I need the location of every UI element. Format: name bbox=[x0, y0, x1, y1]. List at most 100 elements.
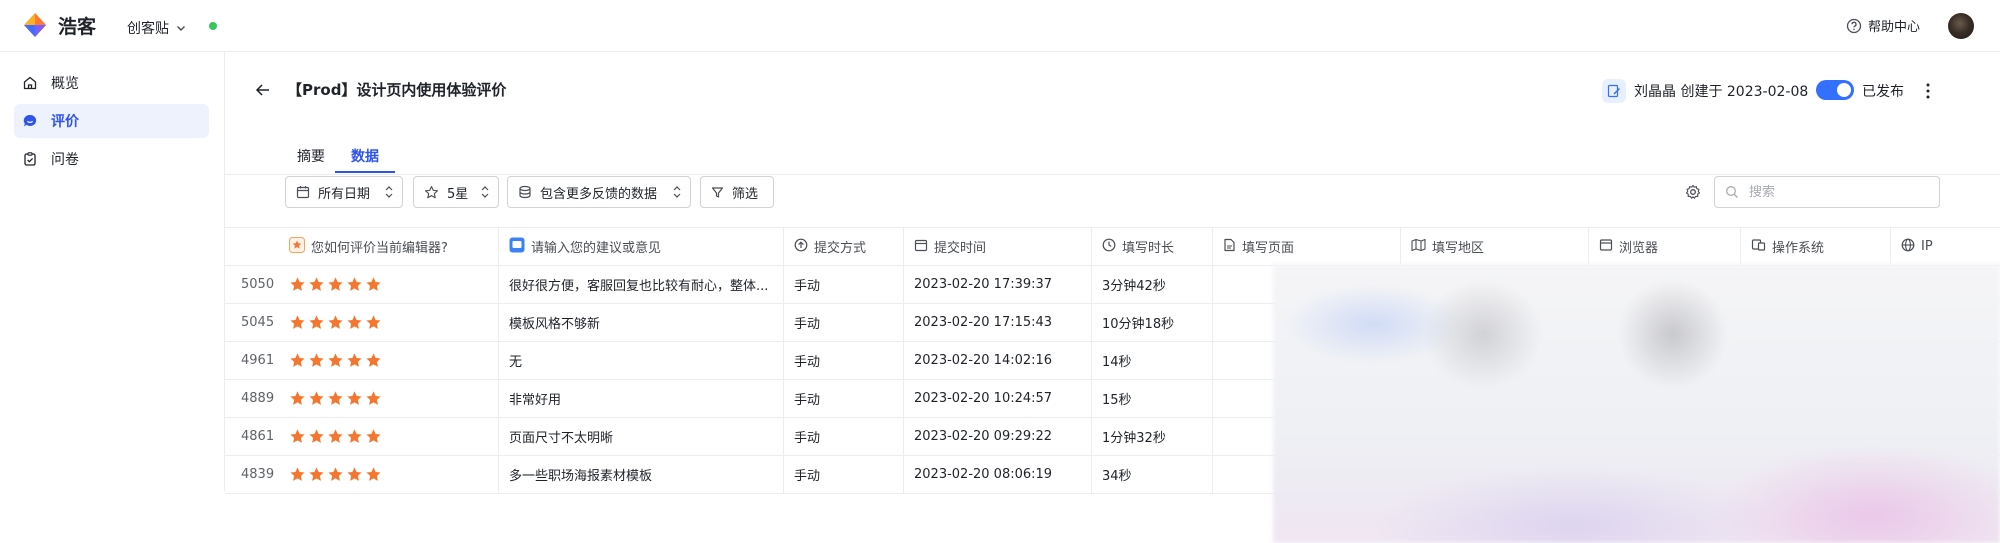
funnel-icon bbox=[711, 186, 724, 199]
creator-text: 刘晶晶 创建于 2023-02-08 bbox=[1634, 84, 1809, 100]
column-header-ip[interactable]: IP bbox=[1891, 228, 2000, 265]
star-icon bbox=[290, 390, 305, 405]
date-filter-label: 所有日期 bbox=[318, 186, 371, 202]
star-icon bbox=[328, 352, 343, 367]
help-icon bbox=[1846, 18, 1862, 33]
tab-bar: 摘要 数据 bbox=[225, 136, 2000, 175]
page-title: 【Prod】设计页内使用体验评价 bbox=[287, 81, 507, 99]
rating-stars bbox=[279, 303, 499, 341]
star-rating bbox=[289, 390, 382, 407]
time-cell: 2023-02-20 17:39:37 bbox=[904, 265, 1092, 303]
avatar[interactable] bbox=[1948, 13, 1974, 39]
publish-toggle[interactable] bbox=[1816, 80, 1854, 100]
duration-cell: 14秒 bbox=[1092, 341, 1213, 379]
star-icon bbox=[309, 314, 324, 329]
help-center-link[interactable]: 帮助中心 bbox=[1846, 16, 1920, 35]
time-cell: 2023-02-20 10:24:57 bbox=[904, 379, 1092, 417]
star-icon bbox=[328, 466, 343, 481]
comment-icon bbox=[509, 237, 525, 257]
tab-summary[interactable]: 摘要 bbox=[290, 136, 332, 173]
time-cell: 2023-02-20 08:06:19 bbox=[904, 455, 1092, 493]
rating-stars bbox=[279, 265, 499, 303]
column-header-method[interactable]: 提交方式 bbox=[784, 228, 904, 265]
column-header-label: 提交方式 bbox=[814, 241, 867, 256]
brand-name: 浩客 bbox=[58, 16, 97, 38]
method-cell: 手动 bbox=[784, 265, 904, 303]
star-icon bbox=[366, 352, 381, 367]
star-icon bbox=[366, 466, 381, 481]
star-icon bbox=[309, 390, 324, 405]
row-id: 5045 bbox=[241, 314, 275, 330]
back-arrow-icon[interactable] bbox=[253, 80, 273, 100]
home-icon bbox=[21, 74, 39, 92]
more-vertical-icon[interactable] bbox=[1921, 82, 1935, 100]
calendar-icon bbox=[296, 185, 310, 199]
star-icon bbox=[347, 428, 362, 443]
date-filter[interactable]: 所有日期 bbox=[285, 176, 403, 208]
star-icon bbox=[328, 390, 343, 405]
column-header-label: 提交时间 bbox=[934, 241, 987, 256]
column-header-region[interactable]: 填写地区 bbox=[1401, 228, 1589, 265]
rating-filter[interactable]: 5星 bbox=[413, 176, 499, 208]
column-header-rating[interactable]: 您如何评价当前编辑器? bbox=[279, 228, 499, 265]
method-cell: 手动 bbox=[784, 417, 904, 455]
column-header-time[interactable]: 提交时间 bbox=[904, 228, 1092, 265]
calendar-icon bbox=[914, 238, 928, 256]
gear-icon[interactable] bbox=[1685, 184, 1701, 200]
column-header-label: 填写页面 bbox=[1242, 241, 1295, 256]
column-header-os[interactable]: 操作系统 bbox=[1741, 228, 1891, 265]
column-header-label: 请输入您的建议或意见 bbox=[531, 241, 662, 256]
sidebar-item-surveys[interactable]: 问卷 bbox=[14, 142, 209, 176]
star-icon bbox=[290, 466, 305, 481]
clock-icon bbox=[1102, 238, 1116, 256]
upload-icon bbox=[794, 238, 808, 256]
column-header-duration[interactable]: 填写时长 bbox=[1092, 228, 1213, 265]
sidebar-item-reviews[interactable]: 评价 bbox=[14, 104, 209, 138]
tab-data[interactable]: 数据 bbox=[335, 136, 395, 173]
star-icon bbox=[289, 236, 305, 257]
rating-stars bbox=[279, 379, 499, 417]
column-header-label: 浏览器 bbox=[1619, 241, 1659, 256]
comment-cell: 多一些职场海报素材模板 bbox=[499, 455, 784, 493]
row-id: 4961 bbox=[241, 352, 275, 368]
sidebar-item-overview[interactable]: 概览 bbox=[14, 66, 209, 100]
star-icon bbox=[347, 466, 362, 481]
star-rating bbox=[289, 276, 382, 293]
star-icon bbox=[366, 390, 381, 405]
column-header-comment[interactable]: 请输入您的建议或意见 bbox=[499, 228, 784, 265]
time-cell: 2023-02-20 14:02:16 bbox=[904, 341, 1092, 379]
row-id: 4889 bbox=[241, 390, 275, 406]
search-box[interactable] bbox=[1714, 176, 1940, 208]
chevron-down-icon bbox=[177, 26, 185, 31]
star-rating bbox=[289, 466, 382, 483]
star-icon bbox=[366, 428, 381, 443]
duration-cell: 1分钟32秒 bbox=[1092, 417, 1213, 455]
database-icon bbox=[518, 185, 532, 199]
star-rating bbox=[289, 352, 382, 369]
workspace-name: 创客贴 bbox=[127, 21, 169, 37]
star-icon bbox=[290, 352, 305, 367]
comment-cell: 模板风格不够新 bbox=[499, 303, 784, 341]
method-cell: 手动 bbox=[784, 303, 904, 341]
chat-icon bbox=[21, 112, 39, 130]
comment-cell: 很好很方便，客服回复也比较有耐心，整体... bbox=[499, 265, 784, 303]
row-id: 4861 bbox=[241, 428, 275, 444]
feedback-filter[interactable]: 包含更多反馈的数据 bbox=[507, 176, 691, 208]
sidebar-item-label: 评价 bbox=[51, 114, 79, 130]
column-header-label: 操作系统 bbox=[1772, 241, 1825, 256]
filter-button[interactable]: 筛选 bbox=[700, 176, 774, 208]
row-id: 4839 bbox=[241, 466, 275, 482]
star-icon bbox=[309, 428, 324, 443]
column-header-label: 填写地区 bbox=[1432, 241, 1485, 256]
rating-stars bbox=[279, 341, 499, 379]
page-icon bbox=[1223, 238, 1236, 256]
column-header-page[interactable]: 填写页面 bbox=[1213, 228, 1401, 265]
creator-info: 刘晶晶 创建于 2023-02-08 bbox=[1602, 79, 1808, 103]
star-rating bbox=[289, 428, 382, 445]
column-header-browser[interactable]: 浏览器 bbox=[1589, 228, 1741, 265]
method-cell: 手动 bbox=[784, 341, 904, 379]
workspace-switcher[interactable]: 创客贴 bbox=[127, 18, 187, 38]
column-header-label: IP bbox=[1921, 239, 1933, 254]
search-input[interactable] bbox=[1747, 183, 1921, 201]
star-icon bbox=[328, 276, 343, 291]
